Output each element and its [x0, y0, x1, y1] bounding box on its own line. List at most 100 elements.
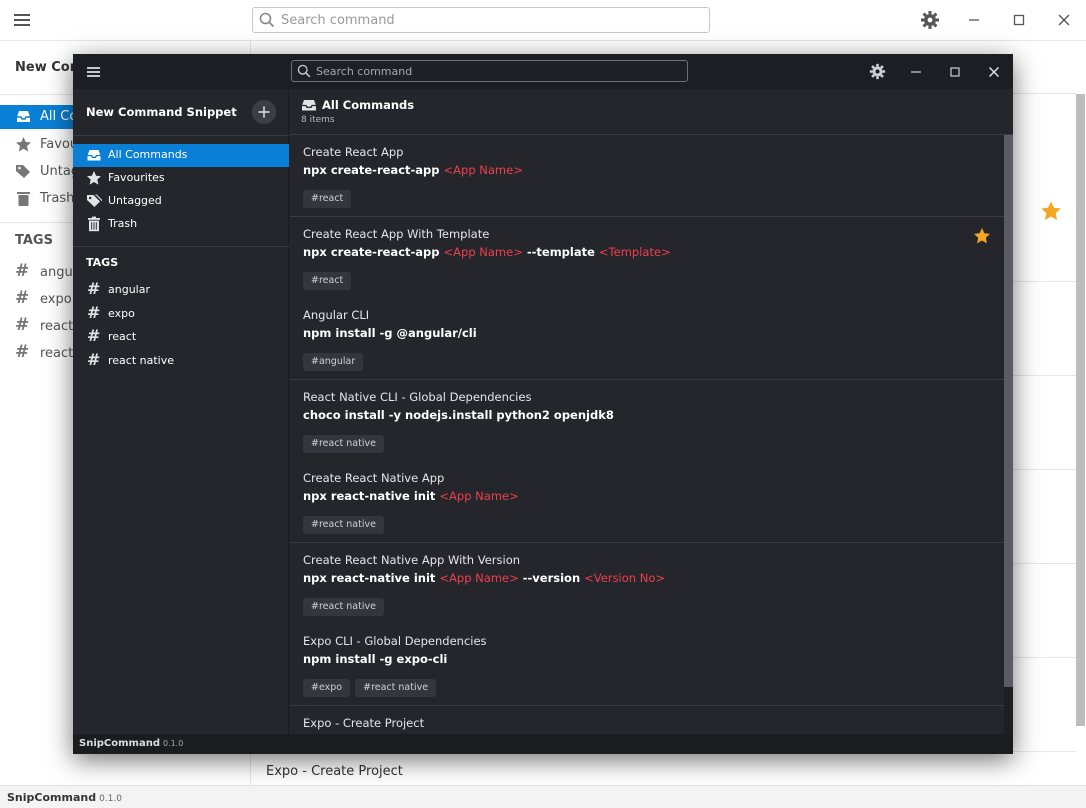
sidebar-item-all-commands[interactable]: All Commands [73, 144, 289, 167]
close-icon[interactable] [985, 63, 1003, 81]
new-command-label[interactable]: New Command Snippet [86, 105, 237, 119]
command-segment: npx create-react-app [303, 245, 444, 259]
bg-maximize-icon[interactable] [1009, 10, 1029, 30]
command-segment: --template [522, 245, 599, 259]
sidebar-tag-expo[interactable]: # expo [73, 303, 289, 326]
sidebar-tag-react-native[interactable]: # react native [73, 350, 289, 373]
scrollbar-thumb[interactable] [1004, 135, 1013, 687]
bg-row-title[interactable]: Expo - Create Project [266, 764, 403, 779]
add-snippet-button[interactable] [252, 100, 276, 124]
bg-gear-icon[interactable] [920, 10, 940, 30]
bg-star-icon [16, 137, 31, 152]
command-title: Create React App [303, 145, 404, 159]
search-input[interactable] [316, 62, 676, 80]
command-title: Create React Native App With Version [303, 553, 521, 567]
bg-tags-icon [16, 165, 30, 178]
command-row[interactable]: Expo - Create Project [290, 706, 1004, 734]
command-text[interactable]: npx create-react-app <App Name> [303, 163, 523, 177]
command-text[interactable]: npx react-native init <App Name> --versi… [303, 571, 665, 585]
command-row[interactable]: React Native CLI - Global Dependencies ch… [290, 380, 1004, 462]
command-tags: #react native [303, 431, 389, 453]
favourite-star-icon[interactable] [973, 227, 991, 245]
minimize-icon[interactable] [907, 63, 925, 81]
tag-chip[interactable]: #react native [303, 516, 384, 534]
command-title: Expo CLI - Global Dependencies [303, 634, 487, 648]
search-box[interactable] [291, 60, 688, 82]
bg-menu-icon[interactable] [14, 14, 30, 26]
bg-search-icon [259, 12, 275, 28]
command-tags: #expo #react native [303, 675, 441, 697]
app-version: 0.1.0 [162, 739, 184, 748]
page-title: All Commands [322, 98, 415, 112]
command-row[interactable]: Create React App npx create-react-app <Ap… [290, 135, 1004, 217]
command-row[interactable]: Expo CLI - Global Dependencies npm instal… [290, 624, 1004, 706]
bg-tags-heading: TAGS [15, 233, 53, 248]
bg-nav-label[interactable]: Trash [40, 191, 74, 206]
tag-chip[interactable]: #expo [303, 679, 351, 697]
menu-icon[interactable] [87, 67, 100, 77]
app-name-label: SnipCommand 0.1.0 [79, 738, 184, 749]
bg-tag-label[interactable]: react [40, 319, 73, 334]
command-list: Create React App npx create-react-app <Ap… [290, 135, 1004, 734]
bg-tag-label[interactable]: angul [40, 265, 76, 280]
tag-chip[interactable]: #react native [355, 679, 437, 697]
bg-favourite-star-icon[interactable] [1040, 200, 1062, 222]
tags-heading: TAGS [86, 256, 119, 269]
item-count: 8 items [301, 115, 335, 125]
command-row[interactable]: Create React Native App npx react-native … [290, 461, 1004, 543]
hash-icon: # [87, 350, 101, 369]
status-bar: SnipCommand 0.1.0 [73, 734, 1013, 754]
command-title: React Native CLI - Global Dependencies [303, 390, 532, 404]
command-tags: #angular [303, 349, 368, 371]
command-text[interactable]: npx create-react-app <App Name> --templa… [303, 245, 671, 259]
command-row[interactable]: Angular CLI npm install -g @angular/cli #a… [290, 298, 1004, 380]
tag-chip[interactable]: #react native [303, 598, 384, 616]
sidebar-divider [73, 246, 289, 247]
command-tags: #react native [303, 594, 389, 616]
tag-chip[interactable]: #react [303, 190, 352, 208]
inbox-icon [302, 100, 316, 111]
bg-close-icon[interactable] [1054, 10, 1074, 30]
bg-tag-label[interactable]: react [40, 346, 73, 361]
command-text[interactable]: npm install -g @angular/cli [303, 326, 477, 340]
bg-tag-label[interactable]: expo [40, 292, 72, 307]
command-parameter: <App Name> [443, 245, 523, 259]
bg-inbox-icon [17, 111, 30, 122]
bg-status-bar: SnipCommand 0.1.0 [0, 785, 1086, 808]
command-title: Create React Native App [303, 471, 445, 485]
maximize-icon[interactable] [946, 63, 964, 81]
command-text[interactable]: npx react-native init <App Name> [303, 489, 519, 503]
inbox-icon [87, 150, 101, 161]
search-icon [297, 64, 311, 78]
sidebar-item-label: Trash [108, 217, 138, 230]
tag-chip[interactable]: #angular [303, 353, 364, 371]
command-parameter: <Template> [598, 245, 671, 259]
bg-minimize-icon[interactable] [964, 10, 984, 30]
sidebar-item-trash[interactable]: Trash [73, 213, 289, 236]
command-row[interactable]: Create React Native App With Version npx … [290, 543, 1004, 625]
sidebar-tag-angular[interactable]: # angular [73, 279, 289, 302]
tag-label: react native [108, 354, 175, 367]
bg-search-box[interactable]: Search command [252, 7, 710, 33]
settings-gear-icon[interactable] [869, 63, 886, 80]
command-title: Create React App With Template [303, 227, 490, 241]
list-header: All Commands 8 items [290, 89, 1013, 135]
command-parameter: <App Name> [443, 163, 523, 177]
scrollbar[interactable] [1004, 135, 1013, 734]
command-text[interactable]: choco install -y nodejs.install python2 … [303, 408, 614, 422]
hash-icon: # [87, 303, 101, 322]
command-segment: npm install -g expo-cli [303, 652, 448, 666]
command-row[interactable]: Create React App With Template npx create… [290, 217, 1004, 299]
sidebar-tag-react[interactable]: # react [73, 326, 289, 349]
tag-chip[interactable]: #react native [303, 435, 384, 453]
sidebar-item-favourites[interactable]: Favourites [73, 167, 289, 190]
command-text[interactable]: npm install -g expo-cli [303, 652, 447, 666]
bg-hash-icon: # [15, 288, 30, 308]
bg-titlebar: Search command [0, 0, 1086, 41]
tag-label: expo [108, 307, 135, 320]
tag-chip[interactable]: #react [303, 272, 352, 290]
sidebar-item-untagged[interactable]: Untagged [73, 190, 289, 213]
command-parameter: <App Name> [439, 571, 519, 585]
bg-scrollbar[interactable] [1076, 94, 1085, 726]
bg-trash-icon [17, 192, 30, 206]
